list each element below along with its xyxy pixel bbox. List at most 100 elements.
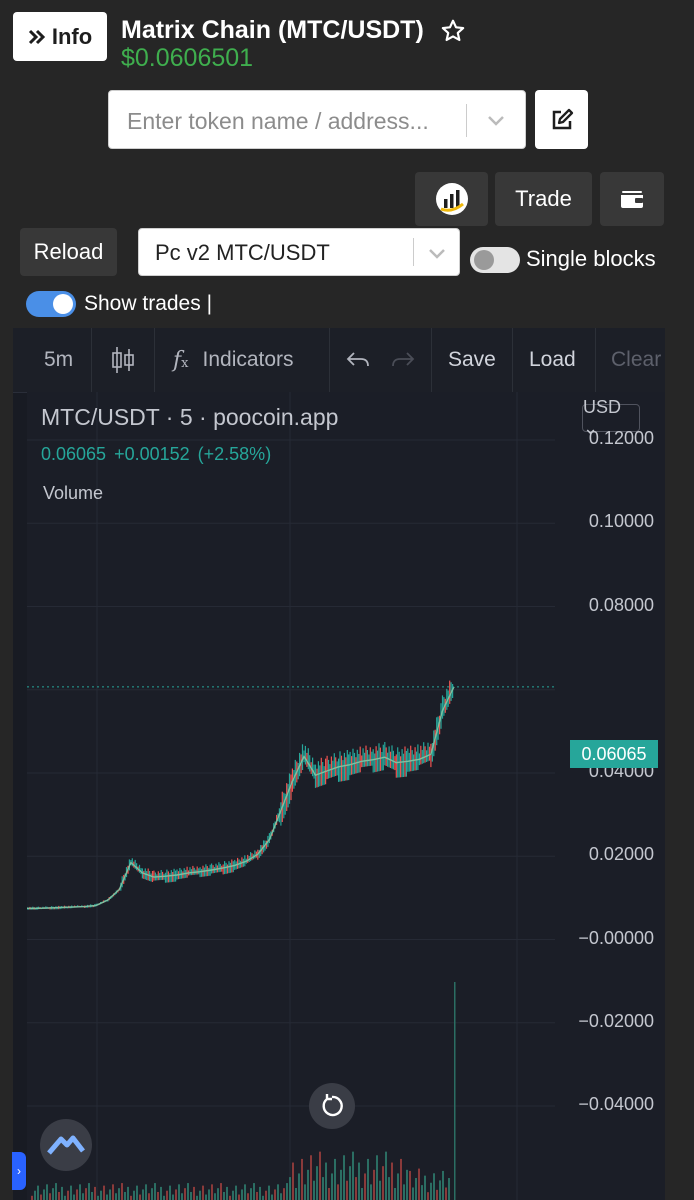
volume-bar: [133, 1190, 135, 1200]
volume-bar: [442, 1170, 444, 1200]
toolbar-divider: [91, 328, 92, 392]
side-panel-handle[interactable]: ›: [12, 1152, 26, 1190]
volume-bar: [430, 1182, 432, 1200]
chart-view-button[interactable]: [415, 172, 488, 226]
volume-bar: [301, 1158, 303, 1200]
volume-bar: [388, 1177, 390, 1200]
volume-bar: [226, 1186, 228, 1200]
volume-bar: [181, 1193, 183, 1200]
volume-bar: [274, 1189, 276, 1200]
token-price: $0.0606501: [121, 44, 254, 72]
volume-bar: [232, 1190, 234, 1200]
volume-bar: [145, 1184, 147, 1200]
load-button[interactable]: Load: [529, 328, 576, 392]
price-chart[interactable]: MTC/USDT · 5 · poocoin.app 0.06065 +0.00…: [27, 392, 665, 1200]
volume-bar: [436, 1189, 438, 1200]
volume-bar: [37, 1185, 39, 1200]
price-axis-tick: 0.08000: [588, 594, 654, 615]
volume-bar: [391, 1162, 393, 1200]
volume-bar: [169, 1185, 171, 1200]
volume-bar: [229, 1195, 231, 1200]
interval-button[interactable]: 5m: [44, 328, 73, 392]
price-axis-tick: −0.02000: [578, 1010, 654, 1031]
volume-bar: [121, 1183, 123, 1200]
volume-bar: [238, 1194, 240, 1200]
search-input[interactable]: [125, 105, 459, 137]
volume-bar: [244, 1184, 246, 1200]
volume-bar: [52, 1188, 54, 1200]
volume-bar: [184, 1188, 186, 1200]
last-price-label: 0.06065: [570, 740, 658, 768]
save-button[interactable]: Save: [448, 328, 496, 392]
volume-bar: [400, 1158, 402, 1200]
token-search[interactable]: [108, 90, 526, 149]
single-blocks-label: Single blocks: [526, 246, 656, 271]
chevron-down-icon[interactable]: [484, 108, 508, 132]
tradingview-logo-icon[interactable]: [40, 1119, 92, 1171]
undo-icon[interactable]: [345, 328, 371, 392]
pair-select[interactable]: Pc v2 MTC/USDT: [138, 228, 460, 276]
edit-button[interactable]: [535, 90, 588, 149]
volume-bar: [31, 1195, 33, 1200]
volume-bar: [178, 1184, 180, 1200]
volume-bar: [286, 1183, 288, 1200]
show-trades-toggle[interactable]: [26, 291, 76, 317]
volume-bar: [196, 1195, 198, 1200]
volume-bar: [154, 1183, 156, 1200]
volume-bar: [262, 1195, 264, 1200]
reload-button[interactable]: Reload: [20, 228, 117, 276]
clear-button[interactable]: Clear: [611, 328, 661, 392]
volume-bar: [61, 1186, 63, 1200]
volume-bar: [97, 1195, 99, 1200]
info-button[interactable]: Info: [13, 12, 107, 61]
volume-bar: [208, 1189, 210, 1200]
volume-bar: [373, 1169, 375, 1200]
price-axis-tick: −0.04000: [578, 1094, 654, 1114]
indicators-button[interactable]: fx Indicators: [173, 328, 294, 392]
pair-select-value: Pc v2 MTC/USDT: [155, 240, 330, 265]
volume-bar: [34, 1190, 36, 1200]
volume-bar: [202, 1185, 204, 1200]
volume-bar: [64, 1195, 66, 1200]
reset-chart-button[interactable]: [309, 1083, 355, 1129]
info-button-label: Info: [51, 23, 93, 49]
trade-button[interactable]: Trade: [495, 172, 592, 226]
volume-bar: [337, 1184, 339, 1200]
volume-bar: [385, 1151, 387, 1200]
volume-bar: [70, 1185, 72, 1200]
volume-bar: [325, 1162, 327, 1200]
candles-icon[interactable]: [111, 328, 135, 392]
volume-bar: [214, 1193, 216, 1200]
volume-bar: [193, 1186, 195, 1200]
volume-bar: [148, 1193, 150, 1200]
volume-bar: [358, 1162, 360, 1200]
volume-bar: [277, 1184, 279, 1200]
volume-bar: [271, 1194, 273, 1200]
volume-bar: [85, 1188, 87, 1200]
reset-icon: [322, 1094, 343, 1117]
volume-bar: [424, 1175, 426, 1200]
volume-bar: [355, 1177, 357, 1200]
chart-ohlc-legend: 0.06065 +0.00152 (+2.58%): [41, 444, 272, 464]
volume-bar: [103, 1185, 105, 1200]
volume-bar: [412, 1187, 414, 1200]
volume-bar: [418, 1168, 420, 1200]
toggle-knob: [53, 294, 73, 314]
volume-bar: [319, 1151, 321, 1200]
indicators-label: Indicators: [202, 348, 294, 371]
volume-bar: [415, 1178, 417, 1200]
toolbar-divider: [154, 328, 155, 392]
single-blocks-toggle[interactable]: [470, 247, 520, 273]
favorite-star-icon[interactable]: [440, 18, 466, 44]
volume-bar: [130, 1195, 132, 1200]
volume-bar: [100, 1190, 102, 1200]
redo-icon[interactable]: [390, 328, 416, 392]
price-line: [27, 686, 455, 909]
volume-bar: [67, 1190, 69, 1200]
wallet-button[interactable]: [600, 172, 664, 226]
show-trades-label: Show trades |: [84, 292, 213, 315]
chart-toolbar: 5m fx Indicators Save Load Clear: [13, 328, 665, 393]
chart-widget: 5m fx Indicators Save Load Clear MTC/USD…: [13, 328, 665, 1200]
toolbar-divider: [431, 328, 432, 392]
volume-bar: [40, 1194, 42, 1200]
